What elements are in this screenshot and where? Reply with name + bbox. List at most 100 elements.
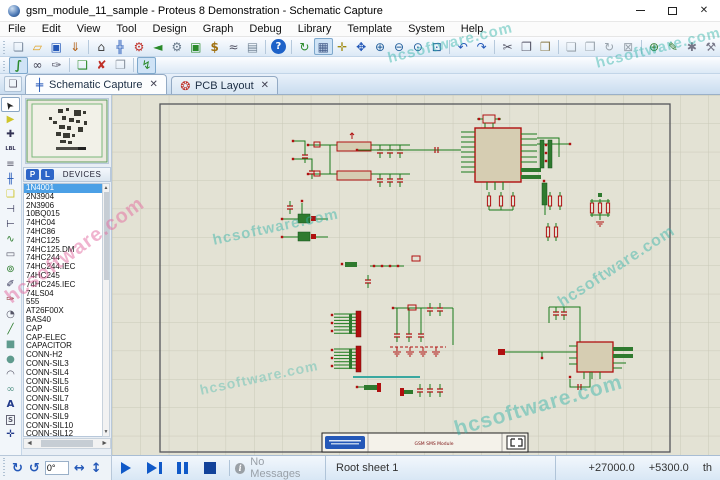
hscroll-thumb[interactable] [41,440,93,447]
property-assignment-icon[interactable] [47,57,66,74]
selection-mode-icon[interactable] [1,97,20,112]
tab-close-icon[interactable] [259,80,271,91]
origin-icon[interactable] [333,38,352,55]
menu-tool[interactable]: Tool [108,22,144,37]
scroll-down-icon[interactable]: ▼ [103,429,109,435]
graph-mode-icon[interactable] [1,232,20,247]
rotation-angle-input[interactable] [44,461,69,475]
menu-template[interactable]: Template [339,22,400,37]
mirror-vertical-icon[interactable]: ↕ [88,461,105,476]
electrical-rules-icon[interactable] [224,38,243,55]
menu-design[interactable]: Design [145,22,195,37]
wire-autorouter-icon[interactable] [9,56,28,74]
menu-file[interactable]: File [0,22,34,37]
menu-graph[interactable]: Graph [195,22,242,37]
scroll-up-icon[interactable]: ▲ [103,185,109,191]
mirror-horizontal-icon[interactable]: ↔ [71,461,88,476]
new-design-icon[interactable] [186,38,205,55]
tape-mode-icon[interactable] [1,247,20,262]
current-probe-mode-icon[interactable] [1,292,20,307]
paste-icon[interactable] [536,38,555,55]
symbol-2d-mode-icon[interactable] [1,412,20,427]
minimize-button[interactable] [624,0,656,21]
zoom-all-icon[interactable] [408,38,427,55]
circle-2d-mode-icon[interactable] [1,352,20,367]
decompose-tool-icon[interactable] [701,38,720,55]
tab-schematic-capture[interactable]: Schematic Capture [25,74,167,94]
voltage-probe-mode-icon[interactable] [1,277,20,292]
device-list-hscrollbar[interactable]: ◄ ► [23,438,111,449]
menu-edit[interactable]: Edit [34,22,69,37]
navigate-back-icon[interactable] [148,38,167,55]
zoom-area-icon[interactable] [427,38,446,55]
path-2d-mode-icon[interactable] [1,382,20,397]
new-sheet-icon[interactable] [73,57,92,74]
redo-icon[interactable] [472,38,491,55]
scroll-left-icon[interactable]: ◄ [26,440,33,447]
design-notes-icon[interactable] [243,38,262,55]
design-explorer-icon[interactable] [111,38,130,55]
find-component-icon[interactable] [645,38,664,55]
menu-library[interactable]: Library [290,22,340,37]
undo-icon[interactable] [453,38,472,55]
tab-pcb-layout[interactable]: PCB Layout [170,76,279,94]
home-page-icon[interactable] [92,38,111,55]
tab-corner-icon[interactable] [4,76,22,92]
library-button[interactable]: L [41,169,54,180]
device-item[interactable]: CONN-SIL12 [24,430,102,436]
bill-of-materials-icon[interactable] [205,38,224,55]
box-2d-mode-icon[interactable] [1,337,20,352]
block-move-icon[interactable] [581,38,600,55]
packaging-tool-icon[interactable] [682,38,701,55]
zoom-in-icon[interactable] [371,38,390,55]
redraw-icon[interactable] [295,38,314,55]
wire-label-mode-icon[interactable] [1,142,20,157]
save-project-icon[interactable] [47,38,66,55]
schematic-canvas[interactable]: GSM SMS Module [112,95,720,455]
bus-mode-icon[interactable] [1,172,20,187]
search-design-icon[interactable] [167,38,186,55]
menu-view[interactable]: View [69,22,109,37]
device-list-vscrollbar[interactable]: ▲ ▼ [102,183,110,437]
import-project-icon[interactable] [66,38,85,55]
search-tag-icon[interactable] [28,57,47,74]
maximize-button[interactable] [656,0,688,21]
component-mode-icon[interactable] [1,112,20,127]
block-delete-icon[interactable] [619,38,638,55]
pan-icon[interactable] [352,38,371,55]
grid-toggle-icon[interactable] [313,38,333,55]
subcircuit-mode-icon[interactable] [1,187,20,202]
copy-icon[interactable] [517,38,536,55]
system-settings-icon[interactable] [130,38,149,55]
arc-2d-mode-icon[interactable] [1,367,20,382]
menu-debug[interactable]: Debug [241,22,289,37]
text-2d-mode-icon[interactable] [1,397,20,412]
make-device-icon[interactable] [664,38,683,55]
marker-2d-mode-icon[interactable] [1,427,20,442]
remove-sheet-icon[interactable] [92,57,111,74]
goto-sheet-icon[interactable] [111,57,130,74]
tab-close-icon[interactable] [148,79,160,90]
overview-panel[interactable] [25,98,109,164]
terminal-mode-icon[interactable] [1,202,20,217]
generator-mode-icon[interactable] [1,262,20,277]
step-button[interactable] [140,459,168,477]
close-button[interactable]: ✕ [688,0,720,21]
vscroll-thumb[interactable] [104,192,109,280]
pick-devices-button[interactable]: P [26,169,39,180]
rotate-clockwise-icon[interactable]: ↻ [9,461,26,476]
menu-help[interactable]: Help [453,22,492,37]
stop-button[interactable] [196,459,224,477]
line-2d-mode-icon[interactable] [1,322,20,337]
cut-icon[interactable] [498,38,517,55]
text-script-mode-icon[interactable] [1,157,20,172]
junction-mode-icon[interactable] [1,127,20,142]
menu-system[interactable]: System [400,22,453,37]
device-pin-mode-icon[interactable] [1,217,20,232]
scroll-right-icon[interactable]: ► [101,440,108,447]
open-project-icon[interactable] [28,38,47,55]
new-project-icon[interactable] [9,38,28,55]
help-icon[interactable] [270,39,286,54]
rotate-anticlockwise-icon[interactable]: ↺ [26,461,43,476]
zoom-out-icon[interactable] [390,38,409,55]
